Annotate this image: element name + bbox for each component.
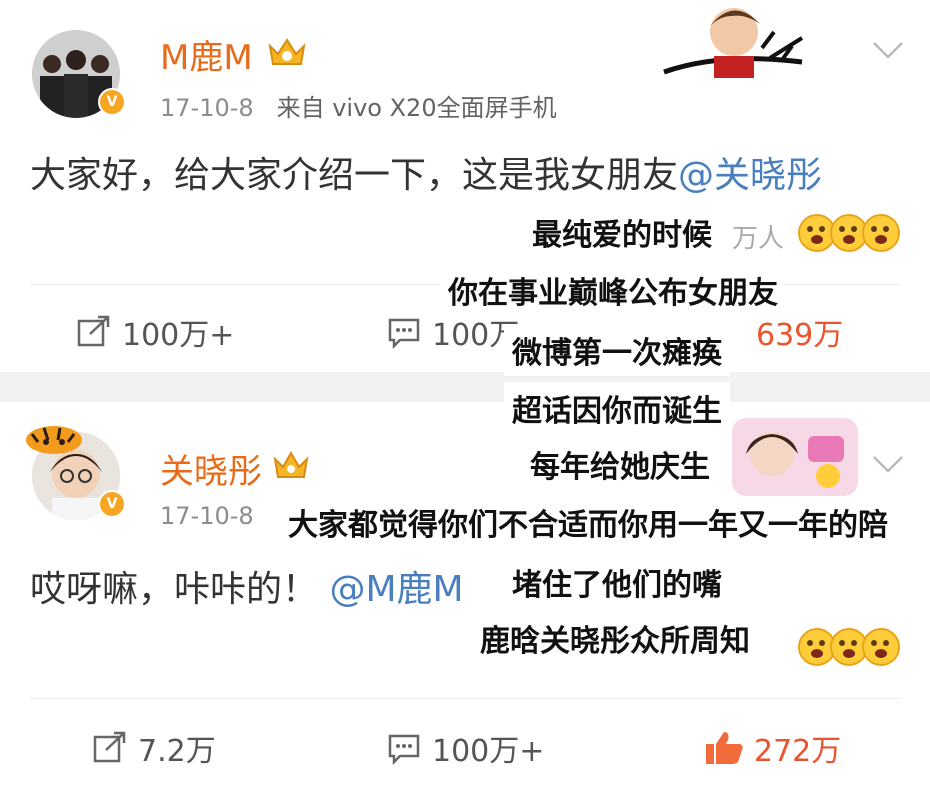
girl-sticker-image — [732, 418, 858, 496]
overlay-caption: 鹿晗关晓彤众所周知 — [472, 612, 758, 664]
repost-icon — [93, 731, 126, 763]
emoji-icon — [862, 214, 900, 252]
post-meta: 17-10-8 来自 vivo X20全面屏手机 — [160, 88, 557, 123]
post-text-content: 哎呀嘛，咔咔的！ — [30, 569, 319, 610]
overlay-caption: 你在事业巅峰公布女朋友 — [440, 264, 786, 316]
comment-icon — [388, 318, 420, 350]
comment-button[interactable]: 100万+ — [386, 726, 544, 770]
post-time: 17-10-8 — [160, 94, 254, 122]
overlay-caption: 大家都觉得你们不合适而你用一年又一年的陪 — [280, 496, 896, 548]
overlay-caption: 超话因你而诞生 — [504, 382, 730, 434]
like-count: 639万 — [756, 318, 844, 353]
mention-link[interactable]: @M鹿M — [329, 569, 463, 610]
emoji-icon — [862, 628, 900, 666]
chevron-down-icon[interactable] — [872, 40, 904, 60]
like-count: 272万 — [754, 734, 842, 769]
repost-count: 100万+ — [122, 318, 235, 353]
tiger-sticker-icon — [26, 426, 82, 454]
chevron-down-icon[interactable] — [872, 454, 904, 474]
repost-icon — [77, 315, 110, 347]
overlay-caption: 微博第一次瘫痪 — [504, 324, 730, 376]
overlay-caption: 最纯爱的时候 — [524, 206, 720, 258]
verified-icon: V — [98, 88, 126, 116]
crown-icon — [268, 38, 306, 65]
divider — [30, 698, 900, 699]
crown-icon — [273, 450, 309, 478]
repost-button[interactable]: 100万+ — [76, 310, 234, 354]
post-time: 17-10-8 — [160, 502, 254, 530]
sticker-image — [663, 8, 804, 78]
like-button[interactable]: 639万 — [756, 310, 843, 354]
post-meta: 17-10-8 — [160, 502, 254, 530]
post-source[interactable]: 来自 vivo X20全面屏手机 — [277, 94, 557, 122]
comment-button[interactable]: 100万 — [386, 310, 519, 354]
like-button[interactable]: 272万 — [704, 726, 841, 770]
username[interactable]: 关晓彤 — [160, 444, 262, 493]
partial-count: 万人 — [732, 224, 785, 254]
verified-icon: V — [98, 490, 126, 518]
repost-count: 7.2万 — [138, 734, 216, 769]
post-text: 哎呀嘛，咔咔的！ @M鹿M — [30, 560, 464, 612]
thumbs-up-icon — [706, 732, 743, 764]
post-text: 大家好，给大家介绍一下，这是我女朋友@关晓彤 — [30, 146, 822, 198]
username[interactable]: M鹿M — [160, 30, 253, 79]
post-text-content: 大家好，给大家介绍一下，这是我女朋友 — [30, 155, 679, 196]
overlay-caption: 堵住了他们的嘴 — [504, 556, 730, 608]
repost-button[interactable]: 7.2万 — [92, 726, 216, 770]
mention-link[interactable]: @关晓彤 — [678, 155, 822, 196]
weibo-post-1: V M鹿M 17-10-8 来自 vivo X20全面屏手机 大家好，给大家介绍… — [0, 0, 930, 372]
comment-count: 100万+ — [432, 734, 545, 769]
comment-icon — [388, 734, 420, 766]
overlay-caption: 每年给她庆生 — [522, 438, 718, 490]
weibo-post-2: V 关晓彤 17-10-8 哎呀嘛，咔咔的！ @M鹿M 7.2万 100万+ 2… — [0, 402, 930, 800]
